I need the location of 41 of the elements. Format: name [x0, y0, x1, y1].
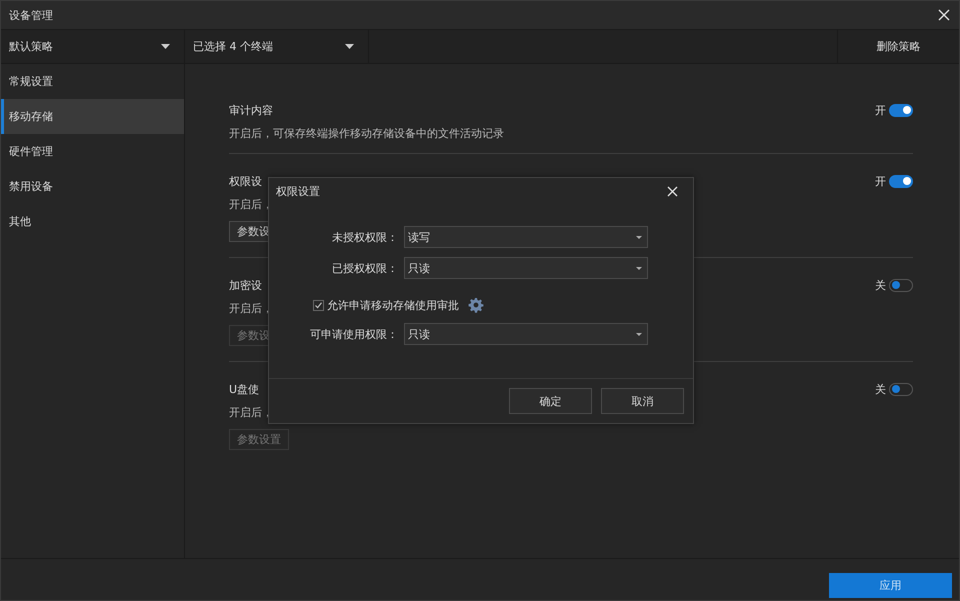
sidebar-item[interactable]: 其他: [1, 204, 184, 239]
window-title: 设备管理: [9, 8, 53, 22]
toggle-label: 关: [875, 278, 886, 292]
dialog-title: 权限设置: [276, 184, 320, 198]
section-description: 开启后，: [229, 405, 273, 421]
permission-select[interactable]: 只读: [404, 323, 648, 345]
section-description: 开启后，可保存终端操作移动存储设备中的文件活动记录: [229, 126, 504, 142]
permission-select[interactable]: 读写: [404, 226, 648, 248]
toggle-switch[interactable]: [889, 104, 913, 116]
checkbox[interactable]: [313, 300, 324, 310]
section-title: 权限设: [229, 174, 262, 188]
section-description: 开启后，: [229, 197, 273, 213]
section-title: 加密设: [229, 278, 262, 292]
permission-select[interactable]: 只读: [404, 257, 648, 279]
close-icon[interactable]: [937, 8, 951, 22]
sidebar-item[interactable]: 禁用设备: [1, 169, 184, 204]
caret-icon: [345, 44, 354, 49]
settings-icon[interactable]: [468, 297, 484, 313]
close-icon[interactable]: [666, 184, 679, 198]
sidebar-item[interactable]: 常规设置: [1, 64, 184, 99]
toggle-label: 开: [875, 102, 886, 118]
caret-icon: [636, 266, 642, 270]
toggle-switch[interactable]: [889, 278, 913, 292]
caret-icon: [636, 236, 642, 238]
field-label: 可申请使用权限：: [309, 326, 399, 342]
section-description: 开启后，: [229, 301, 273, 317]
checkbox-label: 允许申请移动存储使用审批: [327, 298, 459, 312]
sidebar-item[interactable]: 硬件管理: [1, 134, 184, 169]
toggle-switch[interactable]: [889, 174, 913, 188]
toggle-label: 关: [875, 382, 886, 396]
sidebar-item[interactable]: 移动存储: [1, 99, 184, 134]
dialog-button[interactable]: 确定: [509, 388, 592, 414]
field-label: 未授权权限：: [331, 230, 399, 244]
field-label: 已授权权限：: [331, 260, 399, 276]
caret-icon: [636, 332, 642, 336]
section-title: U盘使: [229, 382, 260, 396]
toggle-switch[interactable]: [889, 382, 913, 396]
toggle-label: 开: [875, 174, 886, 188]
dialog-button[interactable]: 取消: [601, 388, 684, 414]
section-title: 审计内容: [229, 102, 273, 118]
caret-icon: [161, 44, 170, 49]
